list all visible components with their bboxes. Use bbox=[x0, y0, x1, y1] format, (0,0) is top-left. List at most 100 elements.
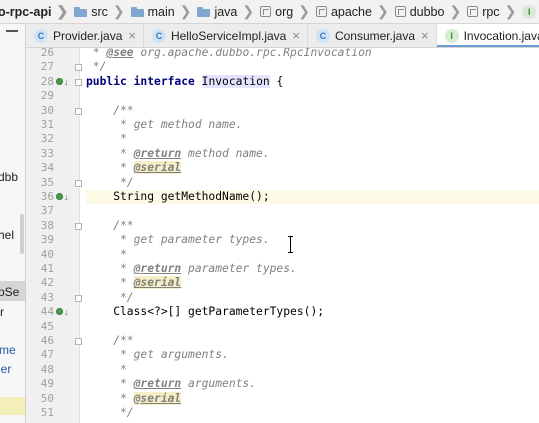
interface-icon: I bbox=[522, 4, 537, 19]
folder-icon bbox=[130, 6, 144, 17]
line-number: 37 bbox=[40, 204, 54, 218]
code-editor[interactable]: * @see org.apache.dubbo.rpc.RpcInvocatio… bbox=[86, 48, 539, 423]
breadcrumb: o-rpc-api ❯ src ❯ main ❯ java ❯ org ❯ apache ❯ dubbo… bbox=[0, 0, 539, 24]
line-number: 29 bbox=[40, 89, 54, 103]
editor-tab[interactable]: C Provider.java × bbox=[26, 24, 144, 47]
folder-icon bbox=[74, 6, 88, 17]
code-line[interactable]: * get method name. bbox=[86, 118, 242, 132]
chevron-right-icon: ❯ bbox=[112, 3, 125, 19]
implemented-icon[interactable]: ↓ bbox=[56, 76, 72, 88]
line-number: 48 bbox=[40, 362, 54, 376]
fold-icon[interactable] bbox=[75, 78, 82, 86]
code-line[interactable]: /** bbox=[86, 219, 133, 233]
line-number: 33 bbox=[40, 146, 54, 160]
code-line[interactable]: */ bbox=[86, 60, 107, 74]
code-line[interactable]: public interface Invocation { bbox=[86, 74, 283, 89]
tree-item-fragment[interactable]: ler bbox=[0, 362, 11, 376]
line-number: 38 bbox=[40, 218, 54, 232]
code-line[interactable]: * bbox=[86, 132, 127, 146]
breadcrumb-item[interactable]: apache ❯ bbox=[315, 3, 395, 20]
fold-icon[interactable] bbox=[75, 338, 82, 345]
breadcrumb-item[interactable]: rpc ❯ bbox=[467, 3, 522, 20]
code-line[interactable]: * @see org.apache.dubbo.rpc.RpcInvocatio… bbox=[86, 48, 372, 60]
line-number: 26 bbox=[40, 46, 54, 59]
line-number: 51 bbox=[40, 406, 54, 419]
close-icon[interactable]: × bbox=[421, 28, 429, 43]
code-line[interactable]: Class<?>[] getParameterTypes(); bbox=[86, 305, 324, 319]
code-line[interactable]: * @return arguments. bbox=[86, 377, 256, 391]
chevron-right-icon: ❯ bbox=[449, 3, 462, 19]
editor-gutter[interactable]: 26 27 28 ↓ 29 30 31 32 33 34 35 36 ↓ 37 38 39 40 41 42 43 44… bbox=[26, 46, 82, 423]
tab-label: HelloServiceImpl.java bbox=[170, 28, 287, 43]
fold-icon[interactable] bbox=[75, 222, 82, 230]
fold-icon[interactable] bbox=[75, 294, 82, 302]
project-tool-window[interactable]: dbb hel oSe r me ler bbox=[0, 24, 26, 423]
fold-icon[interactable] bbox=[75, 64, 82, 72]
interface-icon: I bbox=[444, 28, 459, 43]
breadcrumb-item[interactable]: o-rpc-api ❯ bbox=[0, 3, 74, 20]
line-number: 30 bbox=[40, 103, 54, 117]
tab-label: Invocation.java bbox=[463, 28, 539, 43]
editor-tab[interactable]: C Consumer.java × bbox=[308, 24, 437, 47]
line-number: 34 bbox=[40, 161, 54, 175]
tree-item-fragment[interactable]: dbb bbox=[0, 170, 18, 184]
line-number: 36 bbox=[40, 190, 54, 203]
code-line[interactable]: */ bbox=[86, 291, 134, 305]
implemented-icon[interactable]: ↓ bbox=[56, 306, 72, 318]
editor-tab[interactable]: C HelloServiceImpl.java × bbox=[144, 24, 308, 47]
breadcrumb-item[interactable]: java ❯ bbox=[197, 3, 260, 20]
folder-icon bbox=[197, 6, 211, 17]
code-line[interactable]: * @serial bbox=[86, 391, 182, 406]
breadcrumb-item[interactable]: IInvocation bbox=[522, 4, 539, 19]
tree-highlight-row bbox=[0, 397, 25, 415]
line-number: 47 bbox=[40, 348, 54, 362]
package-icon bbox=[260, 6, 272, 17]
line-number: 49 bbox=[40, 377, 54, 391]
line-number: 44 bbox=[40, 305, 54, 319]
breadcrumb-item[interactable]: dubbo ❯ bbox=[394, 3, 468, 20]
package-icon bbox=[315, 6, 327, 17]
code-line[interactable]: * @serial bbox=[86, 276, 182, 290]
code-line[interactable]: * bbox=[86, 363, 127, 377]
code-line[interactable]: * @return parameter types. bbox=[86, 262, 297, 276]
code-line[interactable]: * @return method name. bbox=[86, 147, 270, 161]
breadcrumb-label: src bbox=[91, 4, 108, 19]
code-line[interactable]: /** bbox=[86, 104, 133, 118]
close-icon[interactable]: × bbox=[292, 28, 300, 43]
tree-scrollbar[interactable] bbox=[20, 214, 24, 254]
breadcrumb-item[interactable]: main ❯ bbox=[130, 3, 198, 20]
code-line[interactable]: * get parameter types. bbox=[86, 233, 270, 247]
tree-item-fragment[interactable]: oSe bbox=[0, 285, 19, 299]
package-icon bbox=[467, 6, 479, 17]
breadcrumb-label: rpc bbox=[482, 4, 500, 19]
code-line[interactable]: */ bbox=[86, 406, 134, 420]
code-line[interactable]: * bbox=[86, 248, 127, 262]
chevron-right-icon: ❯ bbox=[179, 3, 192, 19]
tree-item-fragment[interactable]: hel bbox=[0, 228, 14, 242]
chevron-right-icon: ❯ bbox=[298, 3, 310, 19]
breadcrumb-label: dubbo bbox=[409, 4, 445, 19]
code-line[interactable]: * get arguments. bbox=[86, 348, 229, 362]
line-number: 39 bbox=[40, 233, 54, 247]
code-line[interactable]: * @serial bbox=[86, 161, 182, 175]
line-number: 41 bbox=[40, 262, 54, 275]
fold-icon[interactable] bbox=[75, 107, 82, 115]
editor-tab[interactable]: IInvocation.java× bbox=[436, 24, 539, 47]
line-number: 35 bbox=[40, 175, 54, 189]
line-number: 42 bbox=[40, 276, 54, 290]
editor-tabs: C Provider.java × C HelloServiceImpl.java × C C… bbox=[26, 24, 539, 48]
code-line[interactable]: String getMethodName(); bbox=[86, 190, 539, 205]
fold-icon[interactable] bbox=[75, 179, 82, 187]
breadcrumb-label: main bbox=[147, 4, 175, 19]
breadcrumb-label: o-rpc-api bbox=[0, 4, 52, 19]
code-line[interactable]: */ bbox=[86, 176, 134, 190]
tree-item-fragment[interactable]: me bbox=[0, 343, 16, 357]
implemented-icon[interactable]: ↓ bbox=[56, 191, 72, 203]
line-number: 32 bbox=[40, 132, 54, 146]
code-line[interactable]: /** bbox=[86, 334, 133, 348]
close-icon[interactable]: × bbox=[128, 28, 136, 43]
tree-item-fragment[interactable]: r bbox=[0, 305, 4, 319]
breadcrumb-item[interactable]: org ❯ bbox=[260, 3, 316, 20]
breadcrumb-item[interactable]: src ❯ bbox=[74, 3, 130, 20]
collapse-icon[interactable] bbox=[6, 30, 18, 32]
